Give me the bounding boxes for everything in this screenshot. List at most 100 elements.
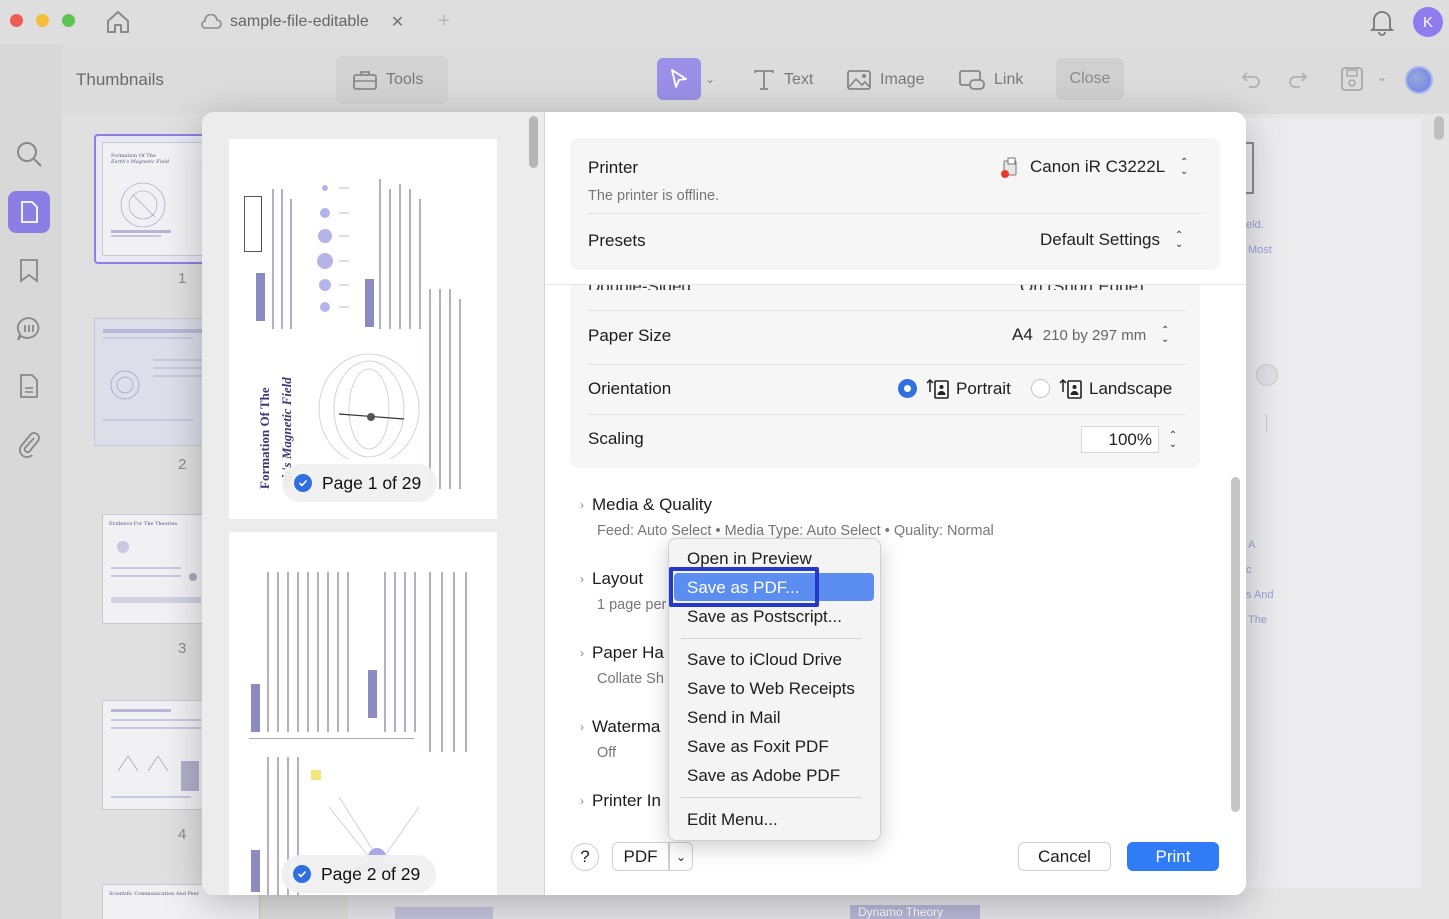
scaling-stepper[interactable]: ⌃ ⌄ [1164, 429, 1182, 451]
page2-indicator: Page 2 of 29 [281, 855, 437, 893]
window-minimize-control[interactable] [36, 14, 49, 27]
orientation-label: Orientation [588, 379, 672, 398]
pdf-button[interactable]: PDF [612, 842, 669, 871]
menu-item-send-in-mail[interactable]: Send in Mail [687, 708, 781, 728]
menu-item-edit-menu[interactable]: Edit Menu... [687, 810, 778, 830]
bell-icon[interactable] [1369, 8, 1395, 36]
help-button[interactable]: ? [571, 843, 599, 871]
tools-button[interactable]: Tools [352, 60, 423, 100]
divider [588, 414, 1186, 415]
text-tool-label: Text [784, 71, 814, 88]
link-icon [958, 68, 986, 92]
page2-label-bar-2 [368, 670, 377, 718]
print-button[interactable]: Print [1127, 842, 1219, 871]
redo-icon[interactable] [1287, 68, 1309, 90]
thumbnail-page-1[interactable]: Formation Of The Earth's Magnetic Field [102, 142, 208, 256]
new-tab-icon[interactable]: + [438, 10, 450, 33]
checkmark-icon [293, 865, 311, 883]
menu-item-save-as-pdf[interactable]: Save as PDF... [687, 578, 799, 598]
image-tool-label: Image [880, 71, 925, 88]
portrait-label[interactable]: Portrait [956, 379, 1011, 399]
presets-label: Presets [588, 231, 646, 250]
cancel-button[interactable]: Cancel [1018, 842, 1111, 871]
thumbnail-page-2[interactable] [94, 318, 216, 446]
attachment-icon[interactable] [17, 430, 41, 458]
save-menu-chevron-icon[interactable]: ⌄ [1377, 70, 1387, 84]
printer-info-label: Printer In [592, 791, 661, 810]
paper-size-label: Paper Size [588, 326, 672, 345]
landscape-radio[interactable] [1031, 379, 1050, 398]
document-scrollbar-thumb[interactable] [1434, 116, 1444, 140]
document-tab[interactable]: sample-file-editable ✕ [192, 6, 422, 38]
undo-icon[interactable] [1240, 68, 1262, 90]
comment-icon[interactable] [15, 315, 43, 343]
pages-panel-button[interactable] [8, 191, 50, 233]
watermark-label: Waterma [592, 717, 661, 736]
toolbox-icon [352, 68, 378, 92]
bookmark-icon[interactable] [18, 258, 40, 284]
divider [588, 364, 1186, 365]
media-quality-detail: Feed: Auto Select • Media Type: Auto Sel… [597, 523, 994, 539]
search-icon[interactable] [15, 140, 43, 168]
paper-handling-detail: Collate Sh [597, 671, 664, 687]
landscape-label[interactable]: Landscape [1089, 379, 1172, 399]
select-tool-button[interactable] [657, 58, 701, 100]
background-fragment-5: s And [1246, 589, 1274, 601]
layout-disclosure[interactable]: › Layout [580, 569, 643, 589]
menu-item-save-as-foxit-pdf[interactable]: Save as Foxit PDF [687, 737, 829, 757]
chevron-down-icon[interactable]: ⌄ [705, 72, 715, 86]
media-quality-disclosure[interactable]: › Media & Quality [580, 495, 712, 515]
presets-popup[interactable]: Default Settings ⌃ ⌄ [1040, 229, 1188, 251]
updown-chevron-icon: ⌃ ⌄ [1179, 157, 1189, 177]
chevron-right-icon: › [580, 720, 584, 734]
thumbnail-number-3: 3 [178, 640, 187, 657]
settings-scrollbar-thumb[interactable] [1231, 477, 1240, 812]
background-fragment-1: eld. [1246, 219, 1264, 231]
page1-title: Formation Of The [257, 387, 272, 489]
printer-status: The printer is offline. [588, 188, 720, 204]
save-icon[interactable] [1340, 66, 1364, 92]
paper-size-popup[interactable]: A4 210 by 297 mm ⌃ ⌄ [1012, 324, 1174, 346]
printer-popup[interactable]: Canon iR C3222L ⌃ ⌄ [1000, 156, 1193, 178]
tab-close-icon[interactable]: ✕ [391, 12, 404, 32]
menu-item-save-as-adobe-pdf[interactable]: Save as Adobe PDF [687, 766, 840, 786]
thumbnail-page-4[interactable] [102, 700, 208, 810]
text-tool-button[interactable]: Text [752, 60, 813, 100]
landscape-icon [1059, 378, 1083, 400]
updown-chevron-icon: ⌃ ⌄ [1160, 325, 1170, 345]
toolbar [0, 44, 1449, 114]
paper-handling-disclosure[interactable]: › Paper Ha [580, 643, 664, 663]
thumbnail-number-4: 4 [178, 826, 187, 843]
printer-info-disclosure[interactable]: › Printer In [580, 791, 661, 811]
document-icon[interactable] [17, 373, 41, 399]
menu-item-open-in-preview[interactable]: Open in Preview [687, 549, 812, 569]
preview-scrollbar-thumb[interactable] [529, 116, 538, 168]
menu-item-save-to-icloud[interactable]: Save to iCloud Drive [687, 650, 842, 670]
thumbnail-number-1: 1 [178, 270, 187, 287]
divider [588, 310, 1186, 311]
thumbnail-page-3[interactable]: Evidence For The Theories [102, 514, 208, 624]
window-close-control[interactable] [10, 14, 23, 27]
menu-item-save-to-web-receipts[interactable]: Save to Web Receipts [687, 679, 855, 699]
scaling-input[interactable]: 100% [1081, 426, 1159, 453]
link-tool-button[interactable]: Link [958, 60, 1023, 100]
image-tool-button[interactable]: Image [846, 60, 924, 100]
updown-chevron-icon: ⌃ ⌄ [1174, 230, 1184, 250]
checkmark-icon [294, 474, 312, 492]
thumbnail-number-2: 2 [178, 456, 187, 473]
paper-handling-label: Paper Ha [592, 643, 664, 662]
pdf-menu-chevron-icon[interactable]: ⌄ [669, 842, 693, 871]
background-page [1246, 118, 1421, 888]
close-tool-button[interactable]: Close [1056, 58, 1124, 100]
image-icon [846, 68, 872, 92]
page1-planet-sequence [317, 185, 349, 312]
watermark-disclosure[interactable]: › Waterma [580, 717, 660, 737]
home-icon[interactable] [105, 9, 131, 35]
page1-label-bar-1 [256, 273, 265, 321]
window-zoom-control[interactable] [62, 14, 75, 27]
ai-assistant-icon[interactable] [1405, 66, 1433, 94]
avatar[interactable]: K [1413, 7, 1443, 37]
portrait-radio[interactable] [898, 379, 917, 398]
tools-label: Tools [386, 71, 424, 88]
menu-item-save-as-postscript[interactable]: Save as Postscript... [687, 607, 842, 627]
